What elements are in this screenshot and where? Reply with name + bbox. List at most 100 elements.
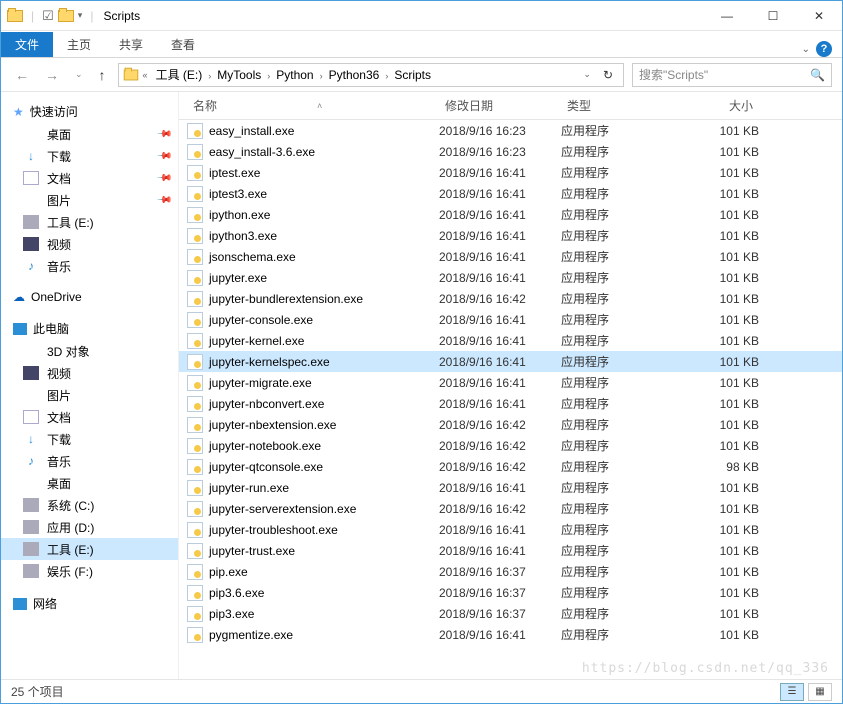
file-date: 2018/9/16 16:37 [439,607,561,621]
nav-item[interactable]: 应用 (D:) [1,516,178,538]
exe-icon [187,165,203,181]
file-list[interactable]: easy_install.exe2018/9/16 16:23应用程序101 K… [179,120,842,679]
file-row[interactable]: jupyter-kernelspec.exe2018/9/16 16:41应用程… [179,351,842,372]
this-pc-header[interactable]: 此电脑 [1,317,178,340]
details-view-button[interactable]: ☰ [780,683,804,701]
file-row[interactable]: pip.exe2018/9/16 16:37应用程序101 KB [179,561,842,582]
file-row[interactable]: jupyter-bundlerextension.exe2018/9/16 16… [179,288,842,309]
close-button[interactable]: ✕ [796,1,842,30]
address-history-icon[interactable]: ⌄ [581,69,593,80]
nav-item[interactable]: ♪音乐 [1,450,178,472]
file-name: ipython.exe [209,208,270,222]
search-input[interactable]: 搜索"Scripts" 🔍 [632,63,832,87]
ribbon-collapse-icon[interactable]: ⌄ [802,44,810,55]
help-icon[interactable]: ? [816,41,832,57]
search-icon[interactable]: 🔍 [810,68,825,82]
recent-dropdown-icon[interactable]: ⌄ [71,65,87,84]
breadcrumb-segment[interactable]: Scripts [390,66,435,84]
file-date: 2018/9/16 16:41 [439,544,561,558]
nav-item[interactable]: 3D 对象 [1,340,178,362]
up-button[interactable]: ↑ [95,63,110,87]
file-row[interactable]: jupyter.exe2018/9/16 16:41应用程序101 KB [179,267,842,288]
nav-item-label: 下载 [47,431,71,448]
file-row[interactable]: ipython.exe2018/9/16 16:41应用程序101 KB [179,204,842,225]
file-row[interactable]: pygmentize.exe2018/9/16 16:41应用程序101 KB [179,624,842,645]
column-size[interactable]: 大小 [679,97,759,114]
nav-item[interactable]: 工具 (E:) [1,538,178,560]
breadcrumb-segment[interactable]: Python [272,66,317,84]
ribbon-tab[interactable]: 查看 [157,32,209,57]
network-label: 网络 [33,595,57,612]
file-row[interactable]: jupyter-migrate.exe2018/9/16 16:41应用程序10… [179,372,842,393]
file-row[interactable]: jupyter-kernel.exe2018/9/16 16:41应用程序101… [179,330,842,351]
file-row[interactable]: iptest.exe2018/9/16 16:41应用程序101 KB [179,162,842,183]
network-item[interactable]: 网络 [1,592,178,615]
forward-button[interactable]: → [41,63,63,87]
file-row[interactable]: jupyter-troubleshoot.exe2018/9/16 16:41应… [179,519,842,540]
address-bar[interactable]: « 工具 (E:)›MyTools›Python›Python36›Script… [118,63,624,87]
doc-icon [23,410,39,424]
file-row[interactable]: jsonschema.exe2018/9/16 16:41应用程序101 KB [179,246,842,267]
column-type[interactable]: 类型 [561,97,679,114]
file-size: 101 KB [679,334,759,348]
qat-separator: | [31,9,34,23]
file-row[interactable]: easy_install.exe2018/9/16 16:23应用程序101 K… [179,120,842,141]
file-name: easy_install.exe [209,124,294,138]
file-row[interactable]: iptest3.exe2018/9/16 16:41应用程序101 KB [179,183,842,204]
nav-item[interactable]: 工具 (E:) [1,211,178,233]
dl-icon: ↓ [23,149,39,163]
nav-item[interactable]: 视频 [1,362,178,384]
back-button[interactable]: ← [11,63,33,87]
file-tab[interactable]: 文件 [1,32,53,57]
chevron-right-icon[interactable]: › [318,71,325,81]
icons-view-button[interactable]: ▦ [808,683,832,701]
maximize-button[interactable]: ☐ [750,1,796,30]
nav-item[interactable]: 视频 [1,233,178,255]
file-row[interactable]: ipython3.exe2018/9/16 16:41应用程序101 KB [179,225,842,246]
onedrive-item[interactable]: ☁ OneDrive [1,287,178,307]
nav-item[interactable]: 娱乐 (F:) [1,560,178,582]
breadcrumb-segment[interactable]: 工具 (E:) [152,66,207,84]
nav-item[interactable]: 桌面📌 [1,123,178,145]
nav-item[interactable]: 文档📌 [1,167,178,189]
nav-item[interactable]: ♪音乐 [1,255,178,277]
ribbon-tab[interactable]: 主页 [53,32,105,57]
nav-item[interactable]: 文档 [1,406,178,428]
breadcrumb-segment[interactable]: MyTools [213,66,265,84]
file-row[interactable]: jupyter-nbextension.exe2018/9/16 16:42应用… [179,414,842,435]
nav-item[interactable]: 系统 (C:) [1,494,178,516]
file-row[interactable]: jupyter-trust.exe2018/9/16 16:41应用程序101 … [179,540,842,561]
pic-icon [23,388,39,402]
file-row[interactable]: easy_install-3.6.exe2018/9/16 16:23应用程序1… [179,141,842,162]
breadcrumb-segment[interactable]: Python36 [325,66,384,84]
file-date: 2018/9/16 16:41 [439,229,561,243]
nav-item[interactable]: 图片 [1,384,178,406]
nav-item[interactable]: ↓下载📌 [1,145,178,167]
nav-item[interactable]: ↓下载 [1,428,178,450]
titlebar: | ☑ ▾ | Scripts — ☐ ✕ [1,1,842,31]
file-row[interactable]: pip3.6.exe2018/9/16 16:37应用程序101 KB [179,582,842,603]
file-row[interactable]: jupyter-qtconsole.exe2018/9/16 16:42应用程序… [179,456,842,477]
column-date[interactable]: 修改日期 [439,97,561,114]
nav-item[interactable]: 图片📌 [1,189,178,211]
ribbon-tab[interactable]: 共享 [105,32,157,57]
file-row[interactable]: jupyter-nbconvert.exe2018/9/16 16:41应用程序… [179,393,842,414]
quick-access-header[interactable]: ★ 快速访问 [1,100,178,123]
file-size: 101 KB [679,439,759,453]
file-row[interactable]: jupyter-serverextension.exe2018/9/16 16:… [179,498,842,519]
file-row[interactable]: jupyter-console.exe2018/9/16 16:41应用程序10… [179,309,842,330]
file-row[interactable]: jupyter-notebook.exe2018/9/16 16:42应用程序1… [179,435,842,456]
minimize-button[interactable]: — [704,1,750,30]
file-date: 2018/9/16 16:42 [439,502,561,516]
navigation-pane[interactable]: ★ 快速访问 桌面📌↓下载📌文档📌图片📌工具 (E:)视频♪音乐 ☁ OneDr… [1,92,179,679]
file-row[interactable]: pip3.exe2018/9/16 16:37应用程序101 KB [179,603,842,624]
breadcrumb-prefix[interactable]: « [141,70,150,80]
file-row[interactable]: jupyter-run.exe2018/9/16 16:41应用程序101 KB [179,477,842,498]
open-folder-icon[interactable] [58,10,74,22]
column-name[interactable]: 名称˄ [187,97,439,114]
qat-dropdown-icon[interactable]: ▾ [78,10,83,21]
nav-item[interactable]: 桌面 [1,472,178,494]
refresh-icon[interactable]: ↻ [597,68,619,82]
checkbox-icon[interactable]: ☑ [42,8,54,24]
exe-icon [187,375,203,391]
